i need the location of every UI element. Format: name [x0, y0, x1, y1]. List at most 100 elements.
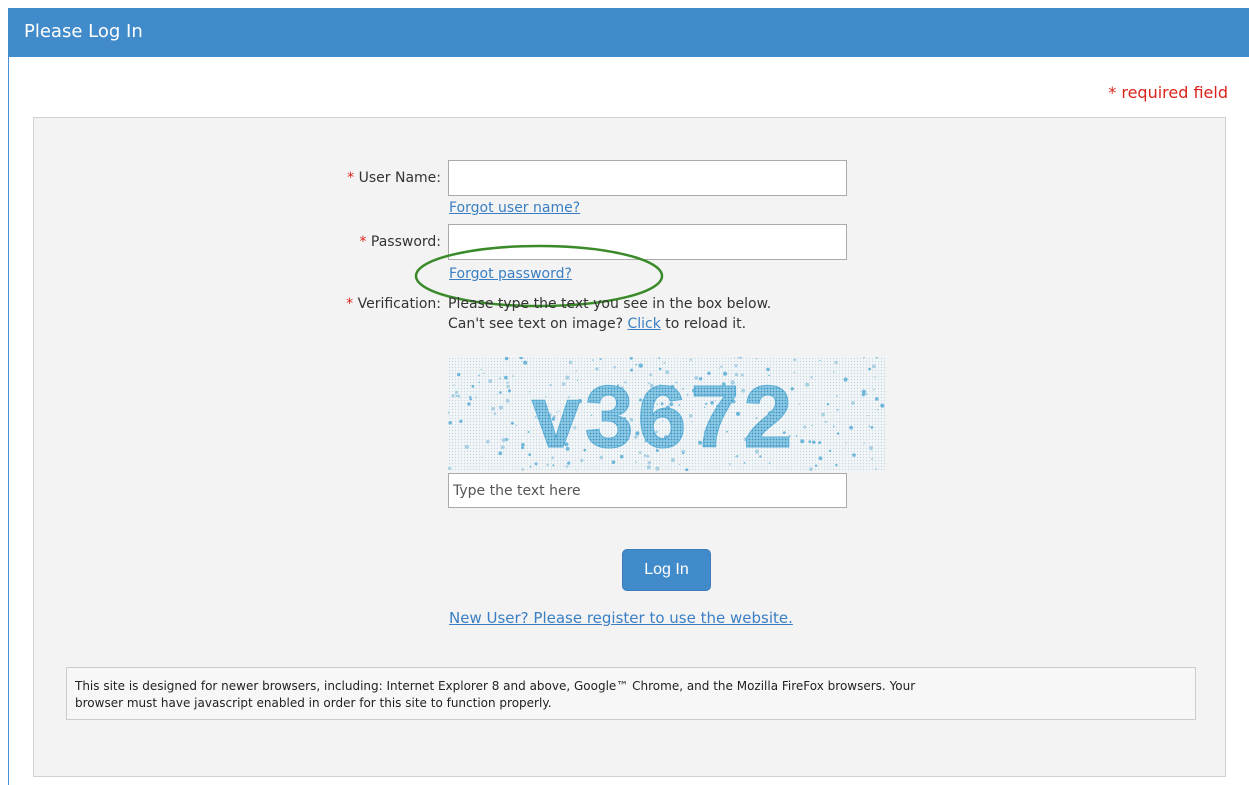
captcha-speckle — [834, 360, 838, 365]
captcha-speckle — [793, 358, 797, 362]
captcha-speckle — [483, 372, 485, 375]
captcha-speckle — [493, 412, 497, 415]
captcha-speckle — [464, 444, 470, 449]
captcha-speckle — [689, 358, 692, 361]
verification-instruction: Please type the text you see in the box … — [448, 296, 772, 312]
captcha-speckle — [498, 451, 503, 456]
captcha-speckle — [871, 457, 873, 460]
captcha-speckle — [865, 392, 868, 396]
captcha-speckle — [835, 463, 838, 467]
captcha-speckle — [488, 379, 493, 384]
captcha-speckle — [826, 403, 830, 406]
reload-prefix: Can't see text on image? — [448, 316, 623, 332]
captcha-speckle — [457, 394, 461, 398]
captcha-speckle — [808, 440, 812, 444]
captcha-speckle — [867, 414, 869, 417]
captcha-speckle — [505, 438, 509, 441]
captcha-speckle — [507, 389, 511, 393]
captcha-speckle — [819, 360, 821, 362]
page-title: Please Log In — [24, 21, 143, 42]
captcha-speckle — [870, 426, 874, 429]
captcha-speckle — [851, 401, 855, 405]
captcha-speckle — [810, 376, 813, 379]
captcha-speckle — [505, 398, 510, 403]
captcha-speckle — [863, 442, 865, 444]
register-link[interactable]: New User? Please register to use the web… — [449, 609, 793, 627]
captcha-speckle — [455, 395, 458, 397]
captcha-speckle — [880, 403, 885, 408]
captcha-speckle — [448, 466, 452, 471]
captcha-speckle — [812, 440, 816, 444]
captcha-speckle — [803, 425, 807, 429]
captcha-speckle — [658, 357, 661, 359]
captcha-speckle — [506, 381, 509, 384]
captcha-speckle — [529, 465, 532, 468]
captcha-speckle — [836, 408, 839, 412]
captcha-speckle — [521, 360, 523, 362]
captcha-speckle — [515, 424, 517, 426]
header-bar: Please Log In — [8, 8, 1249, 57]
captcha-speckle — [836, 432, 840, 435]
captcha-speckle — [500, 445, 505, 450]
reload-suffix: to reload it. — [665, 316, 747, 332]
captcha-speckle — [833, 425, 835, 428]
username-input[interactable] — [448, 160, 847, 196]
forgot-password-link[interactable]: Forgot password? — [449, 266, 572, 282]
login-button[interactable]: Log In — [622, 549, 711, 591]
captcha-speckle — [478, 374, 480, 377]
captcha-speckle — [592, 359, 594, 361]
captcha-input[interactable] — [448, 473, 847, 508]
captcha-speckle — [512, 375, 514, 378]
captcha-speckle — [818, 456, 823, 461]
browser-notice: This site is designed for newer browsers… — [66, 667, 1196, 720]
captcha-speckle — [471, 384, 475, 388]
captcha-speckle — [521, 443, 525, 447]
captcha-speckle — [496, 393, 499, 396]
captcha-speckle — [734, 357, 736, 359]
password-label: * Password: — [359, 234, 441, 250]
captcha-speckle — [510, 421, 514, 425]
captcha-speckle — [459, 419, 463, 423]
captcha-speckle — [529, 391, 531, 393]
captcha-speckle — [868, 367, 871, 371]
captcha-speckle — [486, 439, 490, 444]
verification-label-text: Verification: — [357, 296, 441, 312]
captcha-speckle — [809, 467, 813, 471]
captcha-speckle — [824, 420, 827, 423]
captcha-reload-line: Can't see text on image? Click to reload… — [448, 316, 746, 332]
captcha-speckle — [457, 372, 461, 377]
captcha-speckle — [872, 364, 876, 369]
forgot-username-link[interactable]: Forgot user name? — [449, 200, 580, 216]
captcha-speckle — [843, 377, 848, 382]
captcha-speckle — [506, 384, 510, 389]
browser-notice-line-1: This site is designed for newer browsers… — [75, 679, 916, 693]
captcha-speckle — [478, 381, 480, 384]
captcha-speckle — [491, 406, 495, 411]
captcha-speckle — [875, 468, 877, 471]
required-field-note: * required field — [1108, 83, 1228, 102]
password-input[interactable] — [448, 224, 847, 260]
required-star: * — [346, 296, 354, 312]
captcha-speckle — [874, 376, 876, 379]
captcha-speckle — [521, 468, 524, 471]
captcha-speckle — [875, 397, 879, 401]
captcha-speckle — [501, 438, 506, 442]
reload-captcha-link[interactable]: Click — [627, 316, 660, 332]
captcha-speckle — [523, 360, 528, 365]
captcha-speckle — [599, 358, 602, 361]
captcha-speckle — [499, 391, 502, 394]
captcha-speckle — [836, 395, 839, 398]
captcha-speckle — [833, 370, 835, 373]
captcha-speckle — [849, 425, 853, 430]
captcha-speckle — [877, 409, 879, 411]
captcha-speckle — [798, 403, 801, 405]
captcha-speckle — [480, 368, 483, 371]
captcha-speckle — [818, 441, 822, 445]
captcha-speckle — [869, 446, 874, 451]
captcha-speckle — [453, 384, 455, 386]
captcha-speckle — [852, 453, 856, 457]
captcha-speckle — [481, 456, 483, 459]
captcha-speckle — [805, 382, 810, 387]
verification-label: * Verification: — [346, 296, 441, 312]
captcha-speckle — [755, 357, 758, 360]
